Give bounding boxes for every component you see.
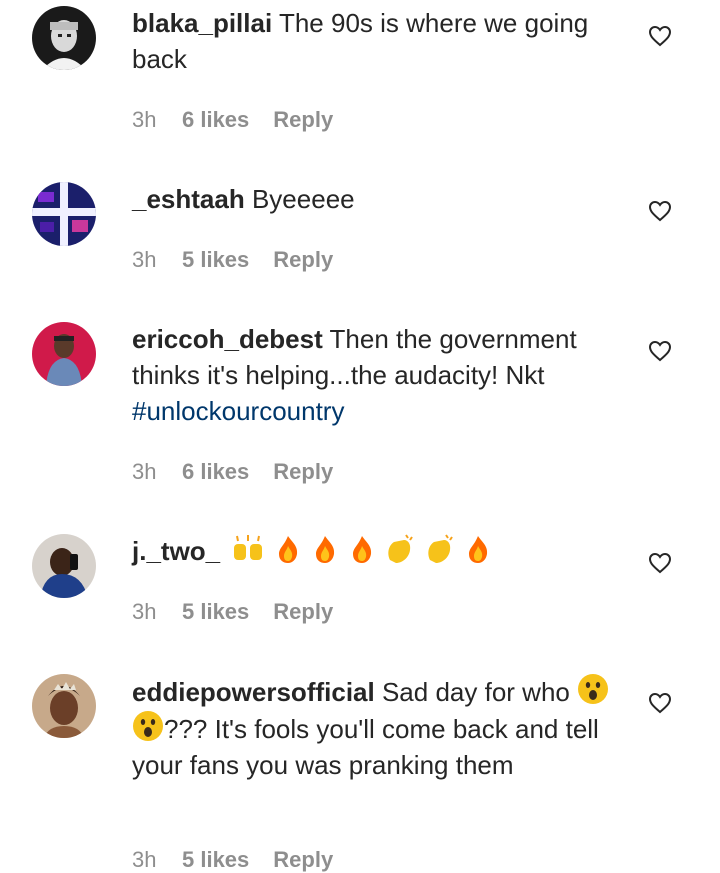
fire-emoji — [353, 536, 372, 563]
comment-likes[interactable]: 6 likes — [182, 459, 249, 485]
avatar[interactable] — [32, 6, 96, 70]
comment-time: 3h — [132, 247, 157, 272]
comment-time: 3h — [132, 459, 157, 484]
comment-likes[interactable]: 5 likes — [182, 847, 249, 873]
astonished-face-emoji — [133, 711, 163, 741]
fire-emoji — [315, 536, 334, 563]
comment-body: j._two_ — [132, 533, 612, 569]
comment-username[interactable]: blaka_pillai — [132, 8, 272, 38]
avatar-man-selfie — [32, 534, 96, 598]
heart-icon[interactable] — [648, 199, 672, 223]
comment-meta: 3h 6 likes Reply — [132, 459, 333, 485]
reply-button[interactable]: Reply — [273, 599, 333, 624]
comment-likes[interactable]: 5 likes — [182, 247, 249, 273]
reply-button[interactable]: Reply — [273, 847, 333, 872]
avatar[interactable] — [32, 534, 96, 598]
heart-icon[interactable] — [648, 339, 672, 363]
comment-meta: 3h 5 likes Reply — [132, 247, 333, 273]
avatar-neon-cross — [32, 182, 96, 246]
hashtag-link[interactable]: #unlockourcountry — [132, 396, 344, 426]
comment-username[interactable]: _eshtaah — [132, 184, 245, 214]
avatar[interactable] — [32, 322, 96, 386]
comment-text-before: Sad day for who — [381, 677, 570, 707]
comment-meta: 3h 5 likes Reply — [132, 599, 333, 625]
comment-meta: 3h 6 likes Reply — [132, 107, 333, 133]
comment-text: Byeeeee — [251, 184, 355, 214]
comment-body: _eshtaah Byeeeee — [132, 181, 612, 217]
comment-username[interactable]: j._two_ — [132, 536, 220, 566]
astonished-face-emoji — [578, 674, 609, 704]
comment-time: 3h — [132, 107, 157, 132]
clapping-hands-emoji — [388, 534, 414, 563]
avatar-man-red-background — [32, 322, 96, 386]
reply-button[interactable]: Reply — [273, 459, 333, 484]
comment-username[interactable]: eddiepowersofficial — [132, 677, 375, 707]
reply-button[interactable]: Reply — [273, 247, 333, 272]
comment-body: blaka_pillai The 90s is where we going b… — [132, 5, 612, 77]
comment-likes[interactable]: 6 likes — [182, 107, 249, 133]
avatar-woman-tiara — [32, 674, 96, 738]
comment-likes[interactable]: 5 likes — [182, 599, 249, 625]
clapping-hands-emoji — [427, 534, 453, 563]
reply-button[interactable]: Reply — [273, 107, 333, 132]
comment-body: ericcoh_debest Then the government think… — [132, 321, 612, 429]
comment-text-after: ??? It's fools you'll come back and tell… — [132, 714, 599, 780]
avatar[interactable] — [32, 674, 96, 738]
avatar[interactable] — [32, 182, 96, 246]
heart-icon[interactable] — [648, 551, 672, 575]
heart-icon[interactable] — [648, 691, 672, 715]
avatar-bandana-man — [32, 6, 96, 70]
fire-emoji — [278, 536, 297, 563]
comment-username[interactable]: ericcoh_debest — [132, 324, 323, 354]
comment-body: eddiepowersofficial Sad day for who ??? … — [132, 673, 612, 783]
emoji-row — [231, 534, 492, 566]
comment-time: 3h — [132, 599, 157, 624]
comment-meta: 3h 5 likes Reply — [132, 847, 333, 873]
raising-hands-emoji — [234, 535, 263, 560]
heart-icon[interactable] — [648, 24, 672, 48]
comment-time: 3h — [132, 847, 157, 872]
fire-emoji — [468, 536, 487, 563]
